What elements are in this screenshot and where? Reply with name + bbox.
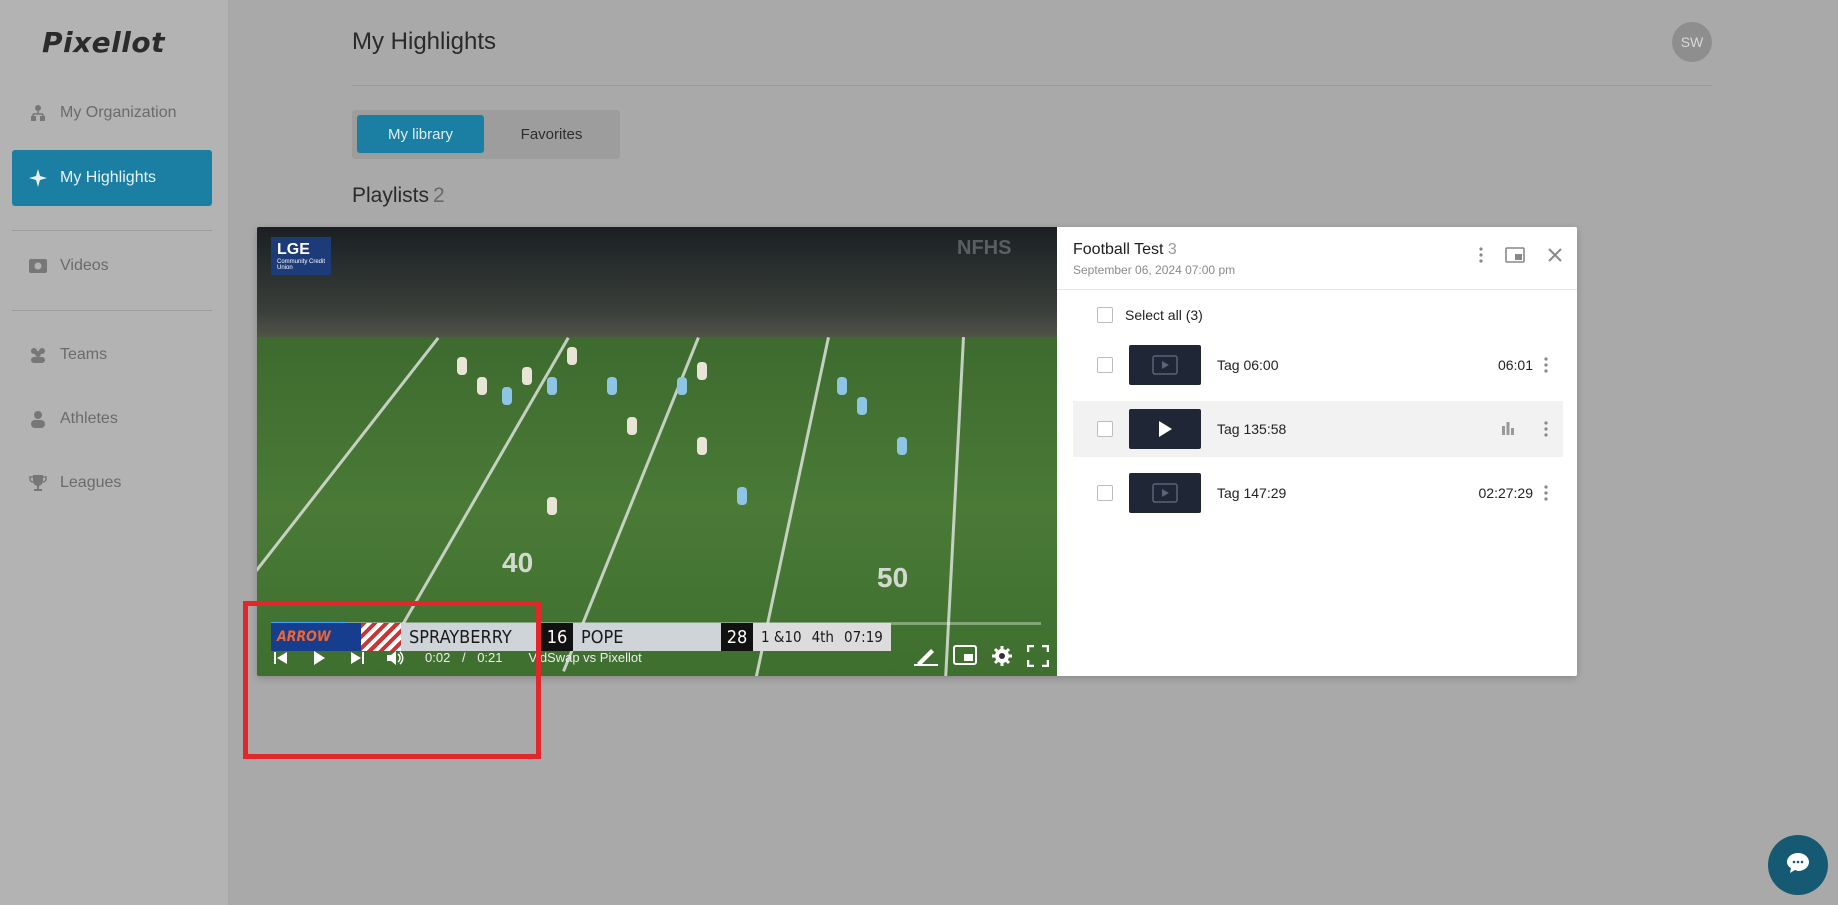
- playlist-count: 3: [1167, 241, 1177, 258]
- clip-label: Tag 147:29: [1217, 485, 1287, 501]
- player: [567, 347, 577, 365]
- edit-icon[interactable]: [913, 645, 939, 670]
- clip-thumbnail[interactable]: [1129, 345, 1201, 385]
- chat-icon: [1786, 852, 1810, 879]
- tab-favorites[interactable]: Favorites: [488, 115, 615, 153]
- item-checkbox[interactable]: [1097, 421, 1113, 437]
- select-all[interactable]: Select all (3): [1097, 307, 1203, 323]
- player: [737, 487, 747, 505]
- more-options-icon[interactable]: [1539, 485, 1553, 501]
- sidebar-item-label: Leagues: [60, 474, 122, 491]
- player: [607, 377, 617, 395]
- yard-number: 40: [502, 547, 534, 578]
- player: [547, 377, 557, 395]
- select-all-checkbox[interactable]: [1097, 307, 1113, 323]
- now-playing-icon: [1501, 421, 1515, 438]
- playlists-heading: Playlists 2: [352, 184, 445, 208]
- clip-duration: 02:27:29: [1478, 485, 1534, 501]
- clip-thumbnail[interactable]: [1129, 409, 1201, 449]
- sparkle-icon: [28, 168, 48, 188]
- more-options-icon[interactable]: [1479, 247, 1483, 268]
- clip-thumbnail[interactable]: [1129, 473, 1201, 513]
- sidebar-item-label: My Organization: [60, 104, 177, 121]
- sidebar-item-videos[interactable]: Videos: [12, 238, 212, 294]
- player: [677, 377, 687, 395]
- panel-actions: [1479, 247, 1563, 268]
- teams-icon: [28, 345, 48, 365]
- sidebar-item-my-highlights[interactable]: My Highlights: [12, 150, 212, 206]
- item-checkbox[interactable]: [1097, 485, 1113, 501]
- header-divider: [352, 85, 1712, 86]
- playlist-title: Football Test 3: [1073, 241, 1177, 259]
- sidebar-divider: [12, 310, 212, 311]
- player: [837, 377, 847, 395]
- sidebar-item-my-organization[interactable]: My Organization: [12, 85, 212, 141]
- clip-label: Tag 135:58: [1217, 421, 1287, 437]
- list-item[interactable]: Tag 147:29 02:27:29: [1073, 465, 1563, 521]
- player: [477, 377, 487, 395]
- playlist-name: Football Test: [1073, 241, 1164, 258]
- sponsor-logo-sub: Community Credit Union: [277, 259, 326, 271]
- page-title: My Highlights: [352, 28, 497, 55]
- network-watermark: NFHS: [957, 237, 1012, 259]
- player: [897, 437, 907, 455]
- player: [502, 387, 512, 405]
- player: [627, 417, 637, 435]
- sponsor-logo-text: LGE: [277, 241, 310, 258]
- player: [697, 437, 707, 455]
- video-icon: [28, 256, 48, 276]
- player: [857, 397, 867, 415]
- playlist-panel: Football Test 3 September 06, 2024 07:00…: [1057, 227, 1577, 676]
- sidebar-item-athletes[interactable]: Athletes: [12, 391, 212, 447]
- list-item[interactable]: Tag 06:00 06:01: [1073, 337, 1563, 393]
- sidebar-item-teams[interactable]: Teams: [12, 327, 212, 383]
- more-options-icon[interactable]: [1539, 357, 1553, 373]
- athlete-icon: [28, 409, 48, 429]
- player: [547, 497, 557, 515]
- sidebar: Pixellot My Organization My Highlights V…: [0, 0, 228, 905]
- sidebar-item-label: My Highlights: [60, 169, 157, 186]
- sponsor-logo: LGE Community Credit Union: [271, 237, 331, 275]
- picture-in-picture-icon[interactable]: [953, 645, 977, 670]
- org-icon: [28, 103, 48, 123]
- avatar[interactable]: SW: [1672, 22, 1712, 62]
- playlist-date: September 06, 2024 07:00 pm: [1073, 263, 1236, 277]
- fullscreen-icon[interactable]: [1026, 644, 1050, 670]
- chat-support-button[interactable]: [1768, 835, 1828, 895]
- item-checkbox[interactable]: [1097, 357, 1113, 373]
- mini-player-icon[interactable]: [1505, 247, 1525, 268]
- right-controls: [913, 644, 1050, 670]
- sidebar-item-leagues[interactable]: Leagues: [12, 455, 212, 511]
- sidebar-item-label: Teams: [60, 346, 108, 363]
- panel-divider: [1057, 289, 1577, 290]
- playlists-count: 2: [433, 184, 445, 207]
- select-all-label: Select all (3): [1125, 307, 1203, 323]
- library-tabs: My library Favorites: [352, 110, 620, 159]
- playlists-label: Playlists: [352, 184, 430, 207]
- sidebar-item-label: Athletes: [60, 410, 118, 427]
- trophy-icon: [28, 473, 48, 493]
- sidebar-item-label: Videos: [60, 257, 109, 274]
- stadium-stands: [257, 227, 1057, 347]
- clip-duration: 06:01: [1497, 357, 1533, 373]
- player: [697, 362, 707, 380]
- more-options-icon[interactable]: [1539, 421, 1553, 437]
- player: [457, 357, 467, 375]
- yard-number: 50: [877, 562, 909, 593]
- annotation-highlight-box: [243, 601, 541, 759]
- pixellot-logo[interactable]: Pixellot: [42, 26, 165, 59]
- clip-label: Tag 06:00: [1217, 357, 1279, 373]
- player: [522, 367, 532, 385]
- list-item[interactable]: Tag 135:58: [1073, 401, 1563, 457]
- settings-gear-icon[interactable]: [991, 645, 1013, 670]
- video-title: VidSwap vs Pixellot: [528, 650, 642, 665]
- sidebar-divider: [12, 230, 212, 231]
- tab-my-library[interactable]: My library: [357, 115, 484, 153]
- close-icon[interactable]: [1547, 247, 1563, 268]
